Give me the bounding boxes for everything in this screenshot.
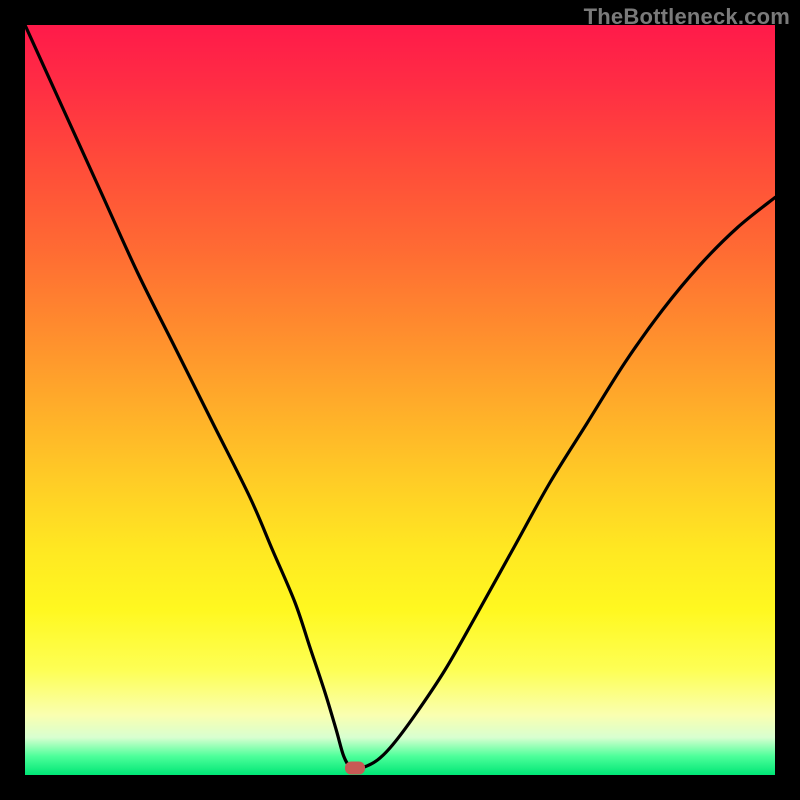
plot-area [25,25,775,775]
bottleneck-curve-path [25,25,775,769]
chart-frame: TheBottleneck.com [0,0,800,800]
optimum-marker [345,761,365,774]
curve-svg [25,25,775,775]
